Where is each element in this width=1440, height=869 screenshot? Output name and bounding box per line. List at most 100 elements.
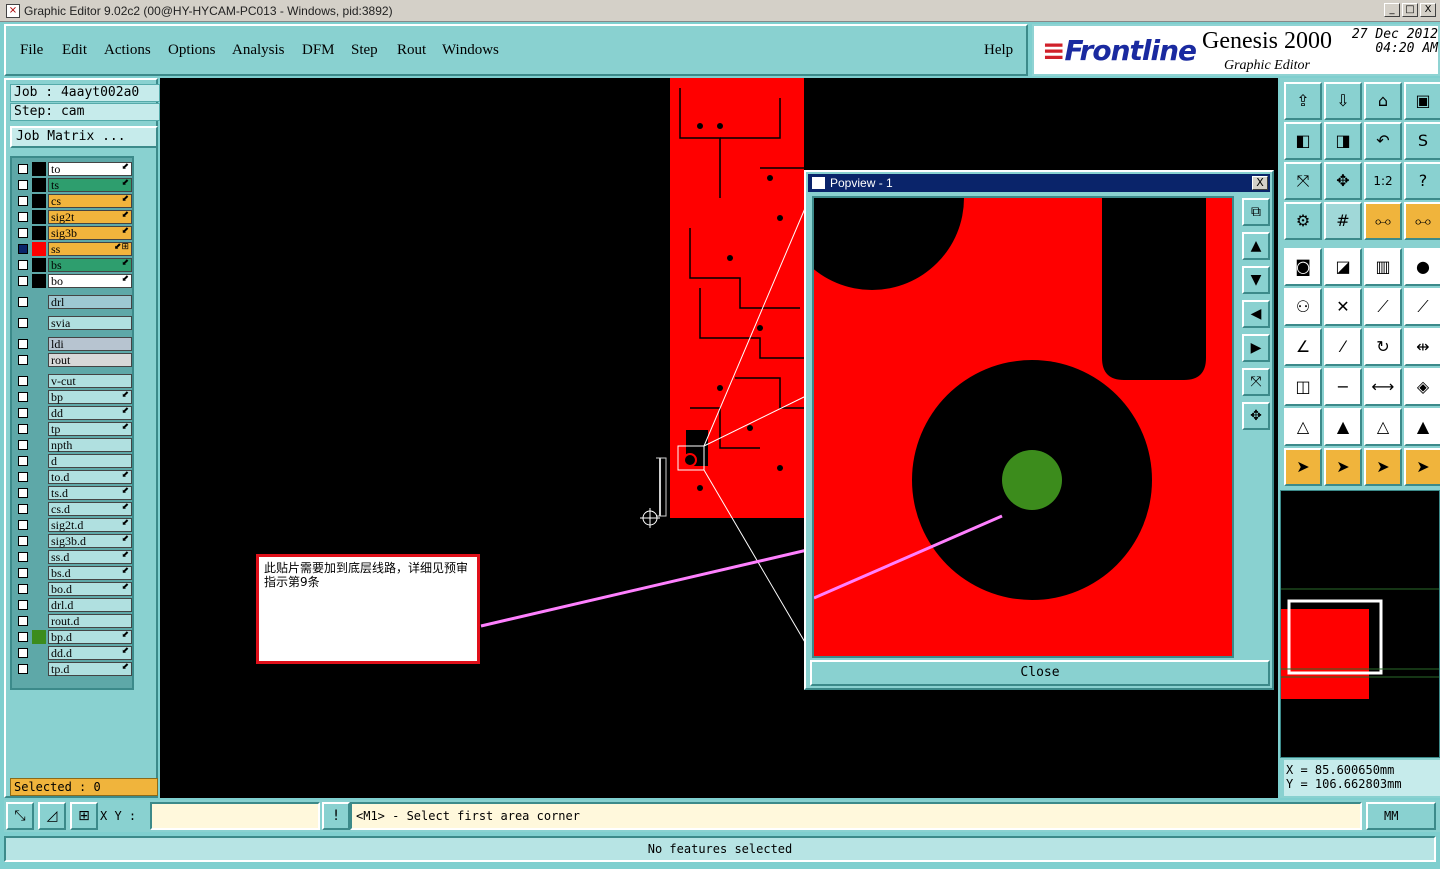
layer-color-swatch[interactable] — [32, 295, 46, 309]
layer-color-swatch[interactable] — [32, 374, 46, 388]
layer-row[interactable]: ldi — [14, 337, 132, 352]
layer-color-swatch[interactable] — [32, 162, 46, 176]
ruler-icon[interactable]: ▥ — [1364, 248, 1402, 286]
download-icon[interactable]: ⇩ — [1324, 82, 1362, 120]
point2-icon[interactable]: ⟋ — [1404, 288, 1440, 326]
layer-color-swatch[interactable] — [32, 550, 46, 564]
popview-title-bar[interactable]: Popview - 1 X — [808, 174, 1270, 192]
layer-row[interactable]: ts.d ⬋ — [14, 486, 132, 501]
menu-help[interactable]: Help — [984, 42, 1013, 59]
layer-checkbox[interactable] — [18, 648, 28, 658]
layer-color-swatch[interactable] — [32, 646, 46, 660]
menu-edit[interactable]: Edit — [62, 42, 87, 59]
layer-checkbox[interactable] — [18, 244, 28, 254]
xy-input[interactable] — [150, 802, 320, 830]
layer-row[interactable]: bo ⬋ — [14, 274, 132, 289]
home-icon[interactable]: ⌂ — [1364, 82, 1402, 120]
layer-name[interactable]: drl.d — [48, 598, 132, 612]
info-icon[interactable]: ! — [322, 802, 350, 830]
layer-name[interactable]: bo.d — [48, 582, 132, 596]
layer-row[interactable]: bs.d ⬋ — [14, 566, 132, 581]
layer-checkbox[interactable] — [18, 616, 28, 626]
panel-icon[interactable]: ▣ — [1404, 82, 1440, 120]
connect-icon[interactable]: ⚇ — [1284, 288, 1322, 326]
popview-tool-5-icon[interactable]: ▶ — [1242, 334, 1270, 362]
layer-name[interactable]: bs.d — [48, 566, 132, 580]
layer-color-swatch[interactable] — [32, 566, 46, 580]
layer-color-swatch[interactable] — [32, 178, 46, 192]
layer-red2-icon[interactable]: ⧟ — [1404, 202, 1440, 240]
layer-color-swatch[interactable] — [32, 486, 46, 500]
move-left-icon[interactable]: ◧ — [1284, 122, 1322, 160]
layer-row[interactable]: rout.d — [14, 614, 132, 629]
popview-zoom-home-icon[interactable]: ✥ — [1242, 402, 1270, 430]
layer-color-swatch[interactable] — [32, 390, 46, 404]
layer-checkbox[interactable] — [18, 520, 28, 530]
layer-row[interactable]: ss.d ⬋ — [14, 550, 132, 565]
layer-row[interactable]: to ⬋ — [14, 162, 132, 177]
layer-name[interactable]: cs.d — [48, 502, 132, 516]
layer-name[interactable]: sig2t — [48, 210, 132, 224]
layer-name[interactable]: dd.d — [48, 646, 132, 660]
layer-row[interactable]: dd ⬋ — [14, 406, 132, 421]
popview-zoom-view[interactable] — [812, 196, 1234, 658]
layer-row[interactable]: to.d ⬋ — [14, 470, 132, 485]
arc-icon[interactable]: ↻ — [1364, 328, 1402, 366]
layer-name[interactable]: bp.d — [48, 630, 132, 644]
menu-step[interactable]: Step — [351, 42, 378, 59]
layer-row[interactable]: rout — [14, 353, 132, 368]
app-icon[interactable]: ⨯ — [6, 3, 20, 18]
layer-checkbox[interactable] — [18, 472, 28, 482]
layer-row[interactable]: dd.d ⬋ — [14, 646, 132, 661]
triangle2-icon[interactable]: ▲ — [1324, 408, 1362, 446]
layer-row[interactable]: sig2t ⬋ — [14, 210, 132, 225]
layer-checkbox[interactable] — [18, 339, 28, 349]
layer-checkbox[interactable] — [18, 276, 28, 286]
point-icon[interactable]: ⟋ — [1364, 288, 1402, 326]
pointer4-icon[interactable]: ➤ — [1404, 448, 1440, 486]
dim-icon[interactable]: ⟷ — [1364, 368, 1402, 406]
popview-close-button[interactable]: Close — [810, 660, 1270, 686]
layer-row[interactable]: drl.d — [14, 598, 132, 613]
layer-row[interactable]: bs ⬋ — [14, 258, 132, 273]
minus-icon[interactable]: − — [1324, 368, 1362, 406]
layer-row[interactable]: ss ⬋⊞ — [14, 242, 132, 257]
layer-color-swatch[interactable] — [32, 226, 46, 240]
help-icon[interactable]: ? — [1404, 162, 1440, 200]
measure-icon[interactable]: ◿ — [38, 802, 66, 830]
layer-checkbox[interactable] — [18, 456, 28, 466]
maximize-button[interactable]: □ — [1402, 3, 1418, 17]
layer-name[interactable]: rout.d — [48, 614, 132, 628]
layer-name[interactable]: tp.d — [48, 662, 132, 676]
snap-icon[interactable]: S — [1404, 122, 1440, 160]
layer-name[interactable]: drl — [48, 295, 132, 309]
layer-color-swatch[interactable] — [32, 470, 46, 484]
layer-row[interactable]: d — [14, 454, 132, 469]
layer-name[interactable]: rout — [48, 353, 132, 367]
line-icon[interactable]: ∠ — [1284, 328, 1322, 366]
cross-icon[interactable]: ✕ — [1324, 288, 1362, 326]
layer-row[interactable]: sig3b.d ⬋ — [14, 534, 132, 549]
move-right-icon[interactable]: ◨ — [1324, 122, 1362, 160]
layer-name[interactable]: cs — [48, 194, 132, 208]
triangle3-icon[interactable]: △ — [1364, 408, 1402, 446]
units-selector[interactable]: MM — [1366, 802, 1436, 830]
popview-tool-3-icon[interactable]: ▼ — [1242, 266, 1270, 294]
layer-name[interactable]: ldi — [48, 337, 132, 351]
overview-map[interactable] — [1280, 490, 1440, 758]
layer-checkbox[interactable] — [18, 376, 28, 386]
layer-name[interactable]: to — [48, 162, 132, 176]
shapes-icon[interactable]: ◈ — [1404, 368, 1440, 406]
layer-row[interactable]: cs ⬋ — [14, 194, 132, 209]
menu-windows[interactable]: Windows — [442, 42, 499, 59]
layer-row[interactable]: bp.d ⬋ — [14, 630, 132, 645]
layer-color-swatch[interactable] — [32, 534, 46, 548]
layer-color-swatch[interactable] — [32, 662, 46, 676]
layer-name[interactable]: ts.d — [48, 486, 132, 500]
popview-tool-4-icon[interactable]: ◀ — [1242, 300, 1270, 328]
layer-row[interactable]: sig2t.d ⬋ — [14, 518, 132, 533]
layer-checkbox[interactable] — [18, 440, 28, 450]
layer-color-swatch[interactable] — [32, 274, 46, 288]
layer-checkbox[interactable] — [18, 568, 28, 578]
layer-name[interactable]: bs — [48, 258, 132, 272]
